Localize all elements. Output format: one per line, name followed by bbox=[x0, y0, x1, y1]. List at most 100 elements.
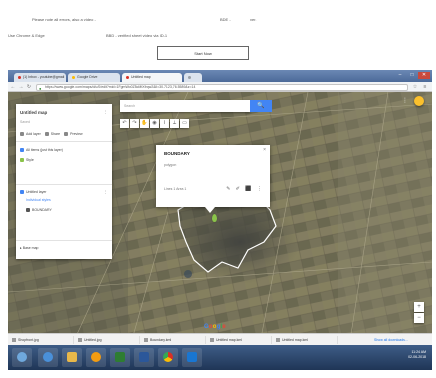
map-search-input[interactable]: Search bbox=[120, 100, 250, 112]
account-avatar-icon[interactable] bbox=[414, 96, 424, 106]
reload-button[interactable]: ↻ bbox=[26, 84, 32, 90]
add-layer-icon bbox=[20, 132, 24, 137]
undo-button[interactable]: ↶ bbox=[120, 119, 129, 128]
browser-screenshot: (1) Inbox - youtube@gmail Google Drive U… bbox=[8, 70, 432, 370]
taskbar-app[interactable] bbox=[134, 348, 154, 367]
back-button[interactable]: ← bbox=[10, 84, 16, 90]
map-canvas[interactable]: Untitled map ⋮ Saved Add layer Share Pre… bbox=[8, 92, 432, 354]
layer-item-boundary[interactable]: BOUNDARY bbox=[26, 208, 52, 213]
taskbar-app[interactable] bbox=[158, 348, 178, 367]
panel-layer-menu-icon[interactable]: ⋮ bbox=[104, 190, 108, 194]
divider bbox=[16, 141, 112, 142]
map-pin-icon[interactable] bbox=[212, 214, 217, 222]
draw-line-button[interactable]: ⌇ bbox=[160, 119, 169, 128]
tab-label: (1) Inbox - youtube@gmail bbox=[23, 75, 65, 79]
map-search-button[interactable]: 🔍 bbox=[250, 100, 272, 112]
doc-line-1-mid: BDE - bbox=[220, 17, 231, 22]
popup-close-icon[interactable]: × bbox=[263, 147, 266, 153]
url-input[interactable]: ● https://www.google.com/maps/d/u/0/edit… bbox=[36, 83, 408, 91]
map-title[interactable]: Untitled map bbox=[20, 110, 47, 115]
drive-icon bbox=[72, 75, 75, 79]
taskbar-app[interactable] bbox=[38, 348, 58, 367]
downloads-bar: Shopfront.jpg Untitled.jpg Boundary.kml … bbox=[8, 333, 432, 345]
file-icon bbox=[12, 338, 16, 342]
layer-name[interactable]: Untitled layer bbox=[20, 190, 46, 195]
divider bbox=[16, 184, 112, 185]
file-icon bbox=[276, 338, 280, 342]
media-player-icon bbox=[91, 352, 101, 362]
preview-icon bbox=[64, 132, 69, 137]
download-item[interactable]: Boundary.kml bbox=[144, 336, 206, 344]
start-now-button[interactable]: Start Now bbox=[157, 46, 249, 60]
pin-icon bbox=[20, 158, 24, 163]
forward-button[interactable]: → bbox=[18, 84, 24, 90]
style-item[interactable]: Style bbox=[20, 158, 34, 163]
file-icon bbox=[144, 338, 148, 342]
download-item[interactable]: Shopfront.jpg bbox=[12, 336, 74, 344]
layer-style-link[interactable]: Individual styles bbox=[26, 198, 51, 202]
system-clock[interactable]: 11:24 AM 02-06-2018 bbox=[408, 350, 426, 360]
checkbox-icon bbox=[20, 190, 24, 195]
gmail-icon bbox=[18, 75, 21, 79]
preview-button[interactable]: Preview bbox=[64, 132, 83, 137]
google-logo: Google bbox=[204, 324, 226, 330]
url-text: https://www.google.com/maps/d/u/0/edit?m… bbox=[45, 84, 196, 89]
excel-icon bbox=[115, 352, 125, 362]
taskbar-app[interactable] bbox=[182, 348, 202, 367]
add-marker-button[interactable]: ◉ bbox=[150, 119, 159, 128]
apps-grid-icon[interactable]: ⋮ bbox=[400, 96, 410, 106]
tab-drive[interactable]: Google Drive bbox=[68, 73, 120, 82]
zoom-out-button[interactable]: − bbox=[414, 313, 424, 323]
address-bar: ← → ↻ ● https://www.google.com/maps/d/u/… bbox=[8, 82, 432, 92]
divider bbox=[16, 240, 112, 241]
checkbox-icon bbox=[20, 148, 24, 153]
all-items-toggle[interactable]: All items (just this layer) bbox=[20, 148, 63, 153]
doc-line-2-mid: BBD - verified sheet video via ID-1 bbox=[106, 33, 168, 38]
taskbar-app[interactable] bbox=[62, 348, 82, 367]
chrome-menu-icon[interactable]: ≡ bbox=[422, 84, 428, 90]
doc-line-1-left: Please note all errors, also a video - bbox=[32, 17, 96, 22]
popup-actions[interactable]: ✎ ✐ ⬛ ⋮ bbox=[226, 186, 264, 192]
tab-label: Untitled map bbox=[131, 75, 151, 79]
popup-title: BOUNDARY bbox=[164, 151, 190, 156]
download-item[interactable]: Untitled.jpg bbox=[78, 336, 140, 344]
pan-tool-button[interactable]: ✋ bbox=[140, 119, 149, 128]
taskbar-app[interactable] bbox=[86, 348, 106, 367]
show-all-downloads-link[interactable]: Show all downloads... bbox=[368, 336, 430, 344]
word-icon bbox=[139, 352, 149, 362]
share-button[interactable]: Share bbox=[44, 132, 60, 137]
file-icon bbox=[78, 338, 82, 342]
base-map-toggle[interactable]: ▸ Base map bbox=[20, 246, 39, 250]
map-toolbar: ↶ ↷ ✋ ◉ ⌇ ⟂ ▭ bbox=[120, 119, 189, 128]
tab-label: Google Drive bbox=[77, 75, 98, 79]
map-save-status: Saved bbox=[20, 120, 30, 124]
download-item[interactable]: Untitled map.kml bbox=[276, 336, 338, 344]
panel-menu-icon[interactable]: ⋮ bbox=[104, 110, 108, 114]
file-icon bbox=[210, 338, 214, 342]
start-button[interactable] bbox=[12, 348, 32, 367]
doc-line-2-left: Use Chrome & Edge bbox=[8, 33, 45, 38]
redo-button[interactable]: ↷ bbox=[130, 119, 139, 128]
bookmark-star-icon[interactable]: ☆ bbox=[412, 84, 418, 90]
maximize-button[interactable]: □ bbox=[406, 72, 418, 79]
tab-gmail[interactable]: (1) Inbox - youtube@gmail bbox=[14, 73, 66, 82]
share-icon bbox=[44, 132, 49, 137]
windows-taskbar: 11:24 AM 02-06-2018 bbox=[8, 345, 432, 370]
minimize-button[interactable]: – bbox=[394, 72, 406, 79]
maps-icon bbox=[126, 75, 129, 79]
add-layer-button[interactable]: Add layer bbox=[20, 132, 41, 137]
tab-bar: (1) Inbox - youtube@gmail Google Drive U… bbox=[8, 70, 432, 82]
close-button[interactable]: ✕ bbox=[418, 72, 430, 79]
download-item[interactable]: Untitled map.kml bbox=[210, 336, 272, 344]
zoom-in-button[interactable]: + bbox=[414, 302, 424, 312]
taskbar-app[interactable] bbox=[110, 348, 130, 367]
tab-new[interactable] bbox=[184, 73, 202, 82]
file-explorer-icon bbox=[67, 352, 77, 362]
measure-button[interactable]: ▭ bbox=[180, 119, 189, 128]
chrome-icon bbox=[163, 352, 173, 362]
photoshop-icon bbox=[187, 352, 197, 362]
popup-pointer bbox=[205, 207, 215, 213]
tab-untitled-map[interactable]: Untitled map bbox=[122, 73, 182, 82]
directions-button[interactable]: ⟂ bbox=[170, 119, 179, 128]
popup-subtitle: polygon bbox=[164, 163, 177, 167]
